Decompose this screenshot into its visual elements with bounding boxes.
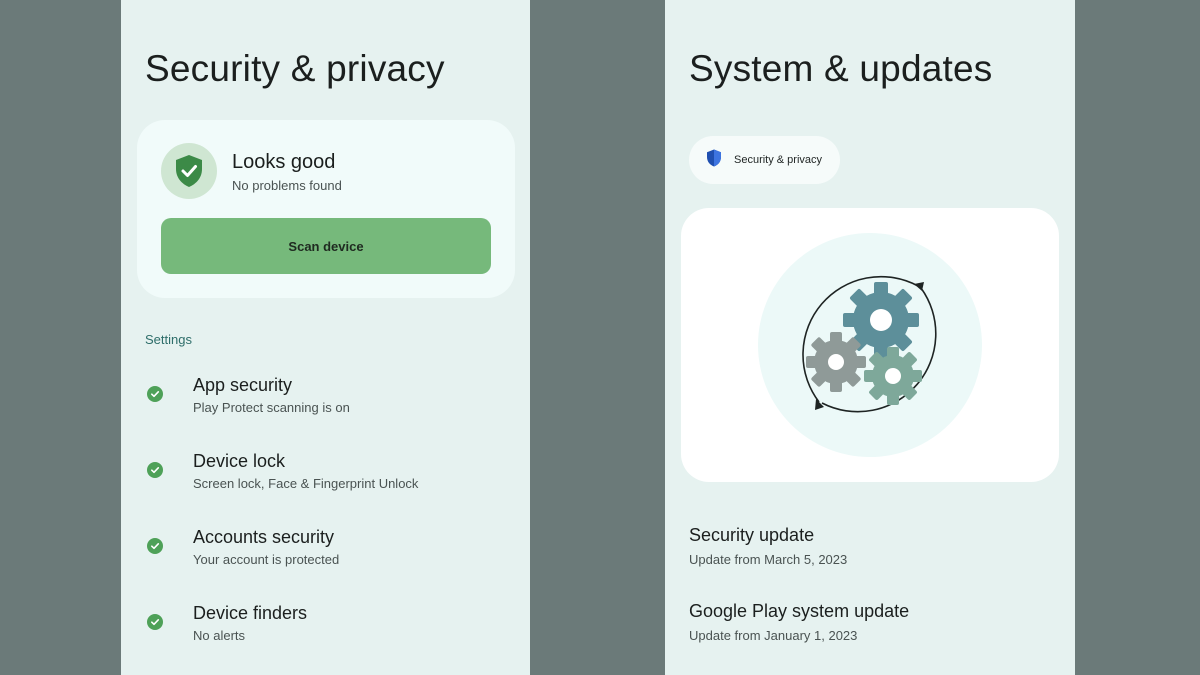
setting-item-device-lock[interactable]: Device lock Screen lock, Face & Fingerpr…: [121, 446, 530, 522]
status-subtitle: No problems found: [232, 178, 342, 193]
setting-item-title: Device lock: [193, 451, 286, 471]
setting-item-device-finders[interactable]: Device finders No alerts: [121, 598, 530, 674]
update-title: Security update: [689, 525, 815, 545]
chip-label: Security & privacy: [734, 154, 823, 166]
check-circle-icon: [147, 614, 163, 630]
status-card: Looks good No problems found Scan device: [137, 120, 515, 298]
shield-check-icon: [161, 143, 217, 199]
setting-item-title: Device finders: [193, 603, 308, 623]
page-title: Security & privacy: [145, 48, 445, 89]
blue-shield-icon: [706, 149, 722, 172]
check-circle-icon: [147, 462, 163, 478]
settings-list: App security Play Protect scanning is on…: [121, 370, 530, 674]
update-subtitle: Update from January 1, 2023: [689, 628, 858, 643]
google-play-system-update-item[interactable]: Google Play system update Update from Ja…: [689, 601, 1059, 643]
gears-sync-icon: [758, 233, 982, 457]
security-privacy-chip[interactable]: Security & privacy: [689, 136, 840, 184]
setting-item-subtitle: Play Protect scanning is on: [193, 400, 350, 415]
setting-item-subtitle: No alerts: [193, 628, 246, 643]
setting-item-subtitle: Screen lock, Face & Fingerprint Unlock: [193, 476, 419, 491]
security-privacy-screen: Security & privacy Looks good No problem…: [121, 0, 530, 675]
update-title: Google Play system update: [689, 601, 910, 621]
setting-item-accounts-security[interactable]: Accounts security Your account is protec…: [121, 522, 530, 598]
illustration-card: [681, 208, 1059, 482]
setting-item-app-security[interactable]: App security Play Protect scanning is on: [121, 370, 530, 446]
status-title: Looks good: [232, 151, 336, 173]
security-update-item[interactable]: Security update Update from March 5, 202…: [689, 525, 1059, 567]
setting-item-title: Accounts security: [193, 527, 335, 547]
page-title: System & updates: [689, 48, 993, 89]
setting-item-subtitle: Your account is protected: [193, 552, 340, 567]
system-updates-screen: System & updates Security & privacy Secu…: [665, 0, 1075, 675]
scan-device-button[interactable]: Scan device: [161, 218, 491, 274]
setting-item-title: App security: [193, 375, 293, 395]
settings-section-header: Settings: [145, 332, 192, 347]
check-circle-icon: [147, 386, 163, 402]
update-subtitle: Update from March 5, 2023: [689, 552, 848, 567]
check-circle-icon: [147, 538, 163, 554]
